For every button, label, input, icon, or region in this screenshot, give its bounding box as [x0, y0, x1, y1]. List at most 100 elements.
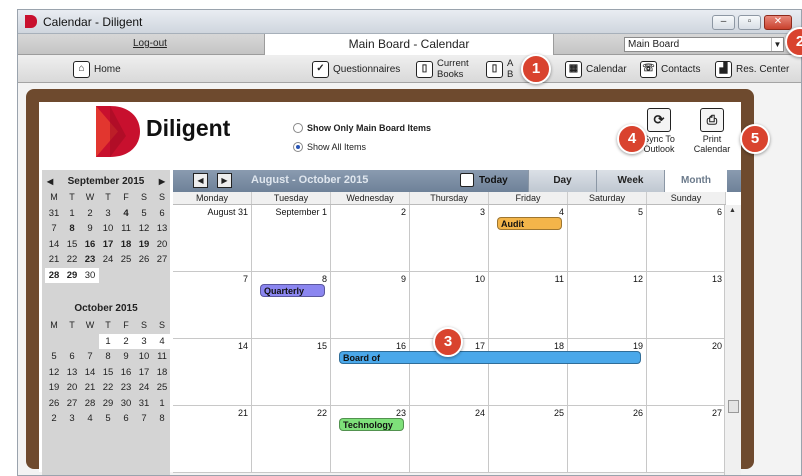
mini-day-cell[interactable]: 17 — [135, 365, 153, 381]
mini-day-cell[interactable]: 15 — [63, 237, 81, 253]
maximize-button[interactable]: ▫ — [738, 15, 761, 30]
event-item[interactable]: Audit — [497, 217, 562, 230]
scroll-up-icon[interactable]: ▲ — [729, 207, 736, 214]
mini-day-cell[interactable]: 17 — [99, 237, 117, 253]
mini-day-cell[interactable]: 23 — [117, 380, 135, 396]
radio-main-board[interactable] — [293, 123, 303, 133]
day-cell[interactable]: 21 — [173, 406, 252, 473]
day-cell[interactable]: 2 — [331, 205, 410, 272]
day-cell[interactable]: 19 — [568, 339, 647, 406]
mini-day-cell[interactable]: 22 — [99, 380, 117, 396]
mini-day-cell[interactable]: 28 — [45, 267, 63, 283]
tab-month[interactable]: Month — [664, 170, 727, 192]
mini-day-cell[interactable]: 9 — [81, 221, 99, 237]
mini-day-cell[interactable]: 5 — [99, 411, 117, 427]
mini-day-cell[interactable]: 23 — [81, 252, 99, 268]
mini-day-cell[interactable]: 14 — [81, 365, 99, 381]
day-cell[interactable]: 14 — [173, 339, 252, 406]
mini-day-cell[interactable]: 10 — [99, 221, 117, 237]
day-cell[interactable]: 15 — [252, 339, 331, 406]
day-cell[interactable]: 5 — [568, 205, 647, 272]
event-item[interactable]: Quarterly — [260, 284, 325, 297]
day-cell[interactable]: 4 — [489, 205, 568, 272]
next-range-button[interactable]: ▶ — [217, 173, 232, 188]
calendar-scrollbar[interactable]: ▲ — [724, 205, 741, 475]
mini-day-cell[interactable]: 7 — [81, 349, 99, 365]
nav-home[interactable]: ⌂ Home — [73, 59, 121, 79]
day-cell[interactable]: 25 — [489, 406, 568, 473]
mini-day-cell[interactable]: 18 — [117, 237, 135, 253]
mini-day-cell[interactable]: 5 — [45, 349, 63, 365]
mini-day-cell[interactable]: 2 — [117, 333, 135, 349]
nav-questionnaires[interactable]: ✓ Questionnaires — [312, 59, 400, 79]
mini-day-cell[interactable]: 18 — [153, 365, 171, 381]
mini-day-cell[interactable]: 14 — [45, 237, 63, 253]
scroll-thumb[interactable] — [728, 400, 739, 413]
mini-day-cell[interactable]: 27 — [63, 396, 81, 412]
mini-day-cell[interactable]: 16 — [117, 365, 135, 381]
next-month-button[interactable]: ▶ — [159, 174, 165, 190]
mini-day-cell[interactable]: 7 — [135, 411, 153, 427]
mini-day-cell[interactable]: 4 — [153, 333, 171, 349]
mini-day-cell[interactable]: 21 — [81, 380, 99, 396]
mini-day-cell[interactable]: 13 — [153, 221, 171, 237]
mini-day-cell[interactable]: 29 — [63, 267, 81, 283]
mini-day-cell[interactable]: 24 — [99, 252, 117, 268]
mini-day-cell[interactable]: 11 — [153, 349, 171, 365]
day-cell[interactable]: 3 — [410, 205, 489, 272]
mini-day-cell[interactable]: 6 — [63, 349, 81, 365]
mini-day-cell[interactable]: 3 — [63, 411, 81, 427]
mini-day-cell[interactable]: 28 — [81, 396, 99, 412]
mini-day-cell[interactable]: 6 — [117, 411, 135, 427]
mini-day-cell[interactable]: 22 — [63, 252, 81, 268]
print-calendar-button[interactable]: ⎙ Print Calendar — [690, 108, 734, 154]
mini-day-cell[interactable]: 24 — [135, 380, 153, 396]
day-cell[interactable]: 9 — [331, 272, 410, 339]
mini-day-cell[interactable]: 26 — [45, 396, 63, 412]
mini-day-cell[interactable]: 5 — [135, 206, 153, 222]
mini-day-cell[interactable]: 12 — [45, 365, 63, 381]
day-cell[interactable]: 16 — [331, 339, 410, 406]
mini-day-cell[interactable]: 8 — [99, 349, 117, 365]
minimize-button[interactable]: – — [712, 15, 735, 30]
logout-link[interactable]: Log-out — [133, 38, 167, 49]
mini-day-cell[interactable]: 27 — [153, 252, 171, 268]
day-cell[interactable]: 6 — [647, 205, 726, 272]
mini-day-cell[interactable]: 30 — [81, 267, 99, 283]
today-button[interactable]: Today — [460, 173, 508, 187]
nav-archived-books[interactable]: ▯ AB — [486, 58, 513, 80]
nav-contacts[interactable]: ☏ Contacts — [640, 59, 700, 79]
event-item[interactable]: Board of — [339, 351, 641, 364]
mini-day-cell[interactable]: 1 — [99, 333, 117, 349]
mini-day-cell[interactable]: 7 — [45, 221, 63, 237]
day-cell[interactable]: 27 — [647, 406, 726, 473]
day-cell[interactable]: 11 — [489, 272, 568, 339]
mini-day-cell[interactable]: 11 — [117, 221, 135, 237]
board-tab[interactable]: Main Board - Calendar — [264, 34, 554, 55]
mini-day-cell[interactable]: 3 — [135, 333, 153, 349]
mini-day-cell[interactable]: 6 — [153, 206, 171, 222]
day-cell[interactable]: 8 — [252, 272, 331, 339]
mini-day-cell[interactable]: 21 — [45, 252, 63, 268]
prev-month-button[interactable]: ◀ — [47, 174, 53, 190]
event-item[interactable]: Technology — [339, 418, 404, 431]
mini-day-cell[interactable]: 20 — [153, 237, 171, 253]
day-cell[interactable]: 13 — [647, 272, 726, 339]
mini-day-cell[interactable]: 29 — [99, 396, 117, 412]
day-cell[interactable]: 7 — [173, 272, 252, 339]
mini-day-cell[interactable]: 2 — [45, 411, 63, 427]
mini-day-cell[interactable]: 26 — [135, 252, 153, 268]
mini-day-cell[interactable]: 30 — [117, 396, 135, 412]
nav-res-center[interactable]: ▟ Res. Center — [715, 59, 789, 79]
mini-day-cell[interactable]: 1 — [153, 396, 171, 412]
day-cell[interactable]: 12 — [568, 272, 647, 339]
mini-day-cell[interactable]: 31 — [45, 206, 63, 222]
mini-day-cell[interactable]: 15 — [99, 365, 117, 381]
nav-current-books[interactable]: ▯ Current Books — [416, 58, 469, 80]
mini-day-cell[interactable]: 8 — [153, 411, 171, 427]
mini-day-cell[interactable]: 3 — [99, 206, 117, 222]
day-cell[interactable]: 20 — [647, 339, 726, 406]
tab-week[interactable]: Week — [596, 170, 664, 192]
mini-day-cell[interactable]: 25 — [153, 380, 171, 396]
mini-day-cell[interactable]: 8 — [63, 221, 81, 237]
